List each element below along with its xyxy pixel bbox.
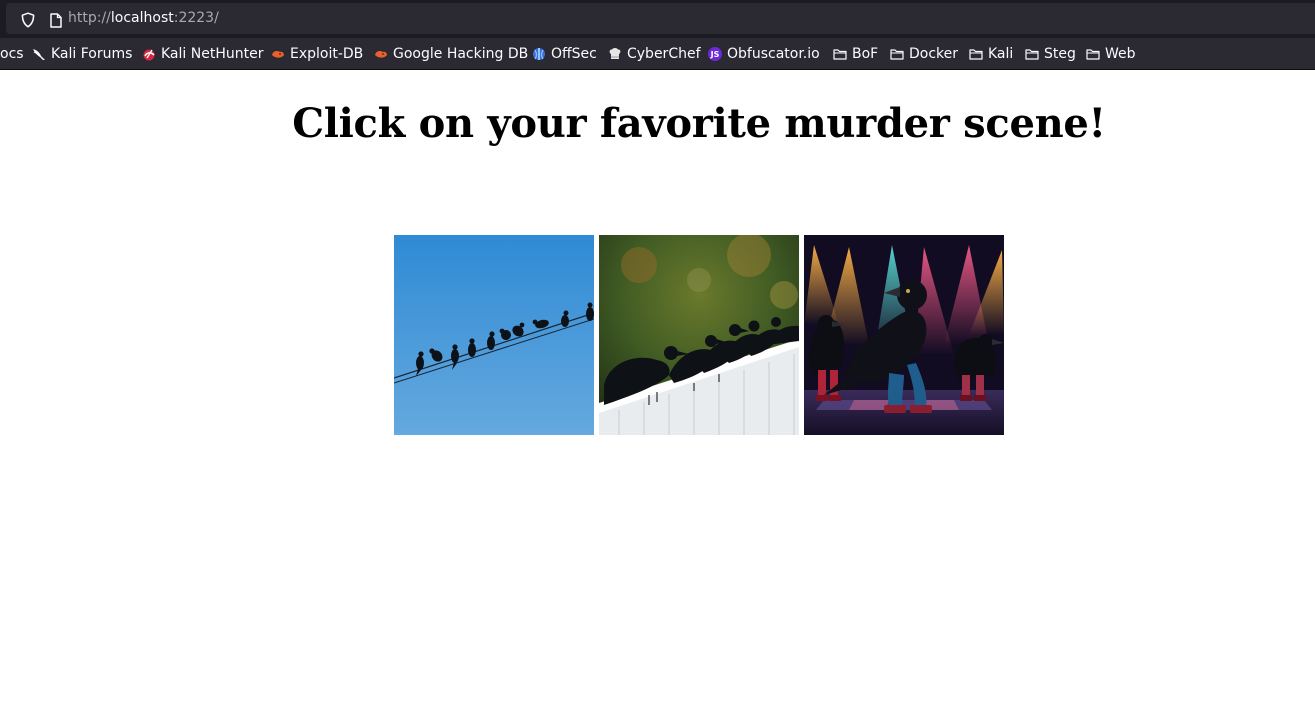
- tracking-protection-shield-icon[interactable]: [20, 12, 36, 28]
- bookmark-exploit-db[interactable]: Exploit-DB: [271, 45, 363, 63]
- folder-icon: [969, 49, 983, 60]
- url-scheme: http://: [68, 10, 111, 26]
- bookmark-label: BoF: [852, 45, 879, 62]
- url-rest: :2223/: [173, 10, 219, 26]
- crows-on-white-fence-image: [599, 235, 799, 435]
- bookmark-label: Obfuscator.io: [727, 45, 820, 62]
- bookmark-kali-forums[interactable]: Kali Forums: [32, 45, 132, 63]
- obfuscator-icon: JS: [708, 47, 722, 61]
- nethunter-icon: [143, 49, 155, 61]
- scene-link-crows-on-wire[interactable]: [394, 235, 594, 435]
- scene-gallery: [394, 235, 1004, 435]
- crows-on-power-line-image: [394, 235, 594, 435]
- folder-icon: [1086, 49, 1100, 60]
- bookmark-label: Kali NetHunter: [161, 45, 264, 62]
- scene-link-crows-on-fence[interactable]: [599, 235, 799, 435]
- url-text[interactable]: http://localhost:2223/: [68, 10, 219, 27]
- bookmark-offsec[interactable]: OffSec: [532, 45, 597, 63]
- bookmark-label: Steg: [1044, 45, 1076, 62]
- ghdb-icon: [375, 51, 387, 58]
- dancing-crows-stage-image: [804, 235, 1004, 435]
- bookmark-folder-docker[interactable]: Docker: [890, 45, 958, 63]
- bookmark-folder-bof[interactable]: BoF: [833, 45, 878, 63]
- bookmark-folder-web[interactable]: Web: [1086, 45, 1136, 63]
- bookmark-folder-steg[interactable]: Steg: [1025, 45, 1076, 63]
- folder-icon: [1025, 49, 1039, 60]
- bookmark-label: Exploit-DB: [290, 45, 364, 62]
- folder-icon: [890, 49, 904, 60]
- bookmark-docs[interactable]: ocs: [0, 45, 24, 63]
- scene-link-disco-crows[interactable]: [804, 235, 1004, 435]
- address-bar[interactable]: http://localhost:2223/: [6, 3, 1315, 34]
- bookmark-label: OffSec: [551, 45, 597, 62]
- bookmark-folder-kali[interactable]: Kali: [969, 45, 1013, 63]
- bookmark-cyberchef[interactable]: CyberChef: [608, 45, 701, 63]
- offsec-icon: [533, 48, 545, 60]
- url-host: localhost: [110, 10, 174, 26]
- bookmark-label: Web: [1105, 45, 1136, 62]
- bookmark-label: ocs: [0, 45, 24, 62]
- svg-text:JS: JS: [710, 50, 720, 59]
- bookmarks-toolbar: ocs Kali Forums Kali NetHunter Exploit-D…: [0, 38, 1315, 70]
- bookmark-label: CyberChef: [627, 45, 701, 62]
- kali-dragon-icon: [33, 49, 45, 60]
- bookmark-label: Google Hacking DB: [393, 45, 529, 62]
- bookmark-label: Docker: [909, 45, 959, 62]
- bookmark-label: Kali Forums: [51, 45, 133, 62]
- bookmark-google-hacking-db[interactable]: Google Hacking DB: [374, 45, 528, 63]
- page-info-icon[interactable]: [49, 13, 63, 28]
- cyberchef-icon: [609, 48, 621, 59]
- browser-toolbar: http://localhost:2223/: [0, 0, 1315, 38]
- bookmark-obfuscator-io[interactable]: JS Obfuscator.io: [708, 45, 820, 63]
- exploit-db-icon: [272, 51, 284, 58]
- page-heading: Click on your favorite murder scene!: [292, 100, 1106, 147]
- folder-icon: [833, 49, 847, 60]
- bookmark-kali-nethunter[interactable]: Kali NetHunter: [142, 45, 263, 63]
- bookmark-label: Kali: [988, 45, 1014, 62]
